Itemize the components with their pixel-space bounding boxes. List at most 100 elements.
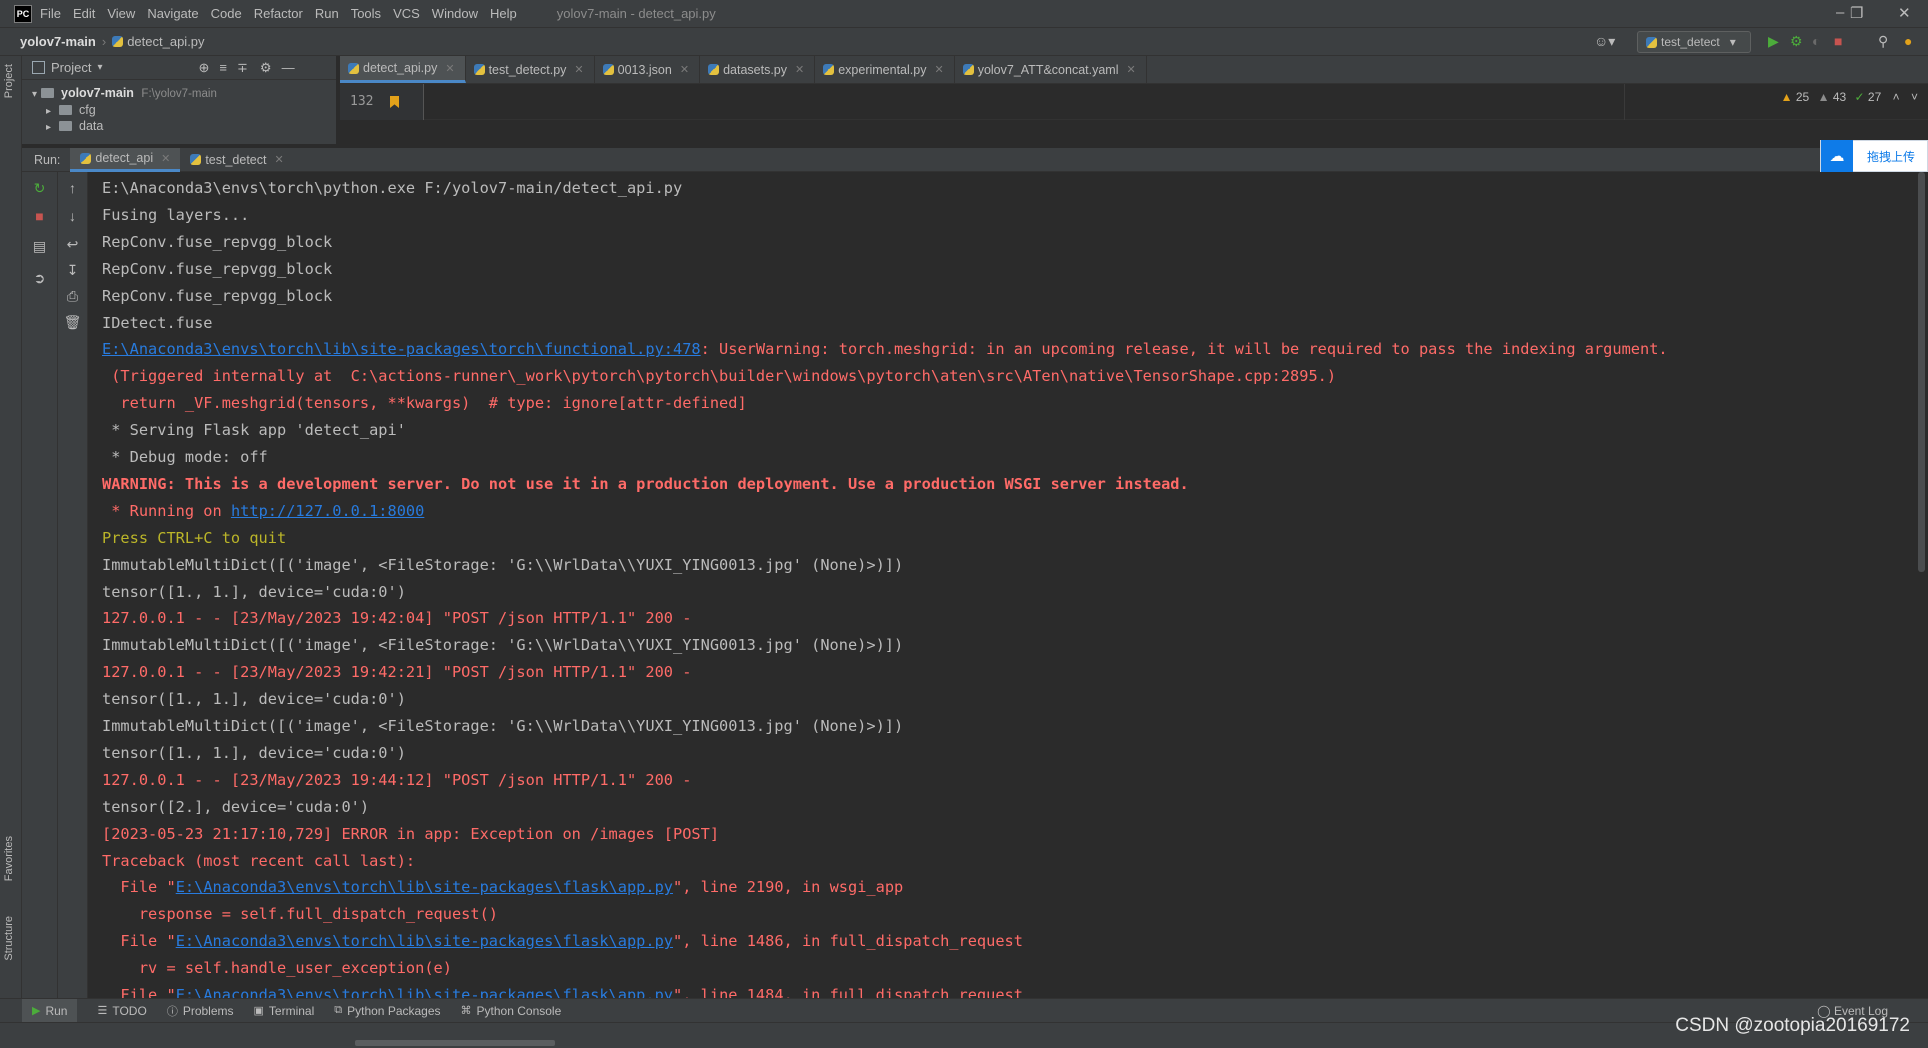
bottom-tab-label: Run — [45, 1003, 68, 1018]
editor-tab[interactable]: experimental.py ✕ — [815, 56, 955, 83]
chevron-down-icon[interactable]: ˅ — [1911, 90, 1918, 104]
play-icon: ▶ — [32, 1005, 41, 1017]
tool-window-structure[interactable]: Structure — [3, 916, 15, 961]
run-tab[interactable]: test_detect ✕ — [180, 148, 293, 172]
status-bar-scroll-thumb[interactable] — [355, 1040, 555, 1046]
run-configuration-select[interactable]: test_detect ▾ — [1637, 31, 1751, 53]
editor[interactable]: 132 ▲ 25 ▲ 43 ✓ 27 ˄ ˅ — [340, 84, 1928, 120]
folder-icon — [58, 105, 72, 115]
menu-edit[interactable]: Edit — [73, 6, 95, 21]
run-toolbar-left: ↻ ■ ▤ ➲ — [22, 172, 58, 998]
chevron-down-icon: ▾ — [1729, 35, 1736, 49]
tool-window-project[interactable]: Project — [3, 64, 15, 98]
close-icon[interactable]: ✕ — [574, 63, 583, 76]
collapse-all-icon[interactable]: ∓ — [237, 60, 248, 76]
tree-root[interactable]: ▾ yolov7-main F:\yolov7-main — [32, 86, 217, 100]
bottom-tab[interactable]: ▶ Run — [22, 998, 78, 1023]
pin-icon[interactable]: ➲ — [22, 270, 57, 287]
console-link[interactable]: E:\Anaconda3\envs\torch\lib\site-package… — [102, 340, 701, 358]
hide-icon[interactable]: — — [282, 60, 295, 75]
print-icon[interactable]: ⎙ — [58, 288, 87, 305]
menu-run[interactable]: Run — [315, 6, 339, 21]
close-icon[interactable]: ✕ — [795, 63, 804, 76]
tree-item-data[interactable]: ▸ data — [46, 119, 103, 133]
tool-window-favorites[interactable]: Favorites — [3, 836, 15, 881]
menu-file[interactable]: File — [40, 6, 61, 21]
layout-icon[interactable]: ▤ — [22, 238, 57, 255]
file-icon — [348, 62, 359, 74]
locate-icon[interactable]: ⊕ — [199, 60, 210, 76]
breadcrumb-project[interactable]: yolov7-main — [20, 34, 96, 49]
tree-item-cfg[interactable]: ▸ cfg — [46, 103, 96, 117]
bottom-tab[interactable]: ⌘ Python Console — [461, 1004, 562, 1018]
menu-window[interactable]: Window — [432, 6, 478, 21]
inspection-widget[interactable]: ▲ 25 ▲ 43 ✓ 27 ˄ ˅ — [1781, 90, 1918, 104]
debug-icon[interactable]: ⚙ — [1790, 33, 1803, 50]
expand-all-icon[interactable]: ≡ — [219, 60, 227, 75]
chevron-down-icon[interactable]: ▾ — [97, 62, 102, 73]
console-line: * Running on http://127.0.0.1:8000 — [102, 501, 424, 521]
close-icon[interactable]: ✕ — [680, 63, 689, 76]
console-link[interactable]: E:\Anaconda3\envs\torch\lib\site-package… — [176, 878, 673, 896]
editor-tab[interactable]: yolov7_ATT&concat.yaml ✕ — [955, 56, 1147, 83]
arrow-down-icon[interactable]: ↓ — [58, 208, 87, 224]
console-link[interactable]: http://127.0.0.1:8000 — [231, 502, 424, 520]
menu-help[interactable]: Help — [490, 6, 517, 21]
console-text: [2023-05-23 21:17:10,729] ERROR in app: … — [102, 824, 720, 843]
close-icon[interactable]: ✕ — [161, 152, 170, 165]
console-link[interactable]: E:\Anaconda3\envs\torch\lib\site-package… — [176, 932, 673, 950]
status-bar — [0, 1022, 1928, 1048]
run-icon[interactable]: ▶ — [1768, 33, 1779, 50]
editor-tab[interactable]: detect_api.py ✕ — [340, 56, 466, 83]
search-icon[interactable]: ⚲ — [1878, 33, 1888, 50]
editor-tab[interactable]: 0013.json ✕ — [595, 56, 701, 83]
restore-icon[interactable]: ❐ — [1850, 4, 1863, 22]
trash-icon[interactable]: 🗑 — [58, 314, 87, 331]
breadcrumb-file[interactable]: detect_api.py — [127, 34, 204, 49]
soft-wrap-icon[interactable]: ↩ — [58, 236, 87, 253]
bottom-tab[interactable]: ⓘ Problems — [167, 1003, 234, 1019]
rerun-icon[interactable]: ↻ — [22, 180, 57, 197]
close-icon[interactable]: ✕ — [274, 153, 283, 166]
console-text: E:\Anaconda3\envs\torch\python.exe F:/yo… — [102, 179, 683, 197]
tree-item-label: data — [79, 119, 104, 133]
bottom-tab[interactable]: ▣ Terminal — [254, 1004, 315, 1018]
gear-icon[interactable]: ⚙ — [260, 60, 272, 76]
bookmark-icon[interactable] — [390, 96, 399, 108]
bottom-tab-label: Problems — [182, 1003, 234, 1018]
arrow-up-icon[interactable]: ↑ — [58, 180, 87, 196]
editor-tab[interactable]: datasets.py ✕ — [700, 56, 816, 83]
console-link[interactable]: E:\Anaconda3\envs\torch\lib\site-package… — [176, 986, 673, 998]
baidu-upload-widget[interactable]: ☁ 拖拽上传 — [1820, 140, 1928, 172]
editor-tab[interactable]: test_detect.py ✕ — [466, 56, 595, 83]
menu-code[interactable]: Code — [211, 6, 242, 21]
console-output[interactable]: E:\Anaconda3\envs\torch\python.exe F:/yo… — [88, 172, 1916, 998]
project-panel-title[interactable]: Project — [51, 60, 91, 75]
console-scrollbar-thumb[interactable] — [1918, 172, 1925, 572]
update-icon[interactable]: ● — [1904, 33, 1912, 49]
stop-icon[interactable]: ■ — [1834, 33, 1842, 49]
close-icon[interactable]: ✕ — [1126, 63, 1135, 76]
menu-refactor[interactable]: Refactor — [254, 6, 303, 21]
close-icon[interactable]: ✕ — [1898, 4, 1911, 22]
close-icon[interactable]: ✕ — [445, 62, 454, 75]
menu-view[interactable]: View — [107, 6, 135, 21]
console-text: Press CTRL+C to quit — [102, 528, 287, 547]
coverage-icon[interactable]: ◐ — [1812, 33, 1820, 49]
minimize-icon[interactable]: – — [1836, 4, 1844, 21]
stop-icon[interactable]: ■ — [22, 208, 57, 224]
menu-vcs[interactable]: VCS — [393, 6, 420, 21]
close-icon[interactable]: ✕ — [934, 63, 943, 76]
user-icon[interactable]: ☺▾ — [1594, 33, 1615, 50]
scroll-to-end-icon[interactable]: ↧ — [58, 262, 87, 279]
cloud-icon: ☁ — [1821, 140, 1853, 172]
chevron-up-icon[interactable]: ˄ — [1893, 90, 1900, 104]
chevron-right-icon: ▸ — [46, 122, 52, 133]
console-line: tensor([2.], device='cuda:0') — [102, 797, 369, 817]
bottom-tab[interactable]: ☰ TODO — [97, 1004, 146, 1018]
run-tab[interactable]: detect_api ✕ — [70, 147, 181, 172]
menu-navigate[interactable]: Navigate — [147, 6, 198, 21]
bottom-tab[interactable]: ⧉ Python Packages — [334, 1004, 440, 1018]
console-line: RepConv.fuse_repvgg_block — [102, 259, 332, 279]
menu-tools[interactable]: Tools — [351, 6, 381, 21]
